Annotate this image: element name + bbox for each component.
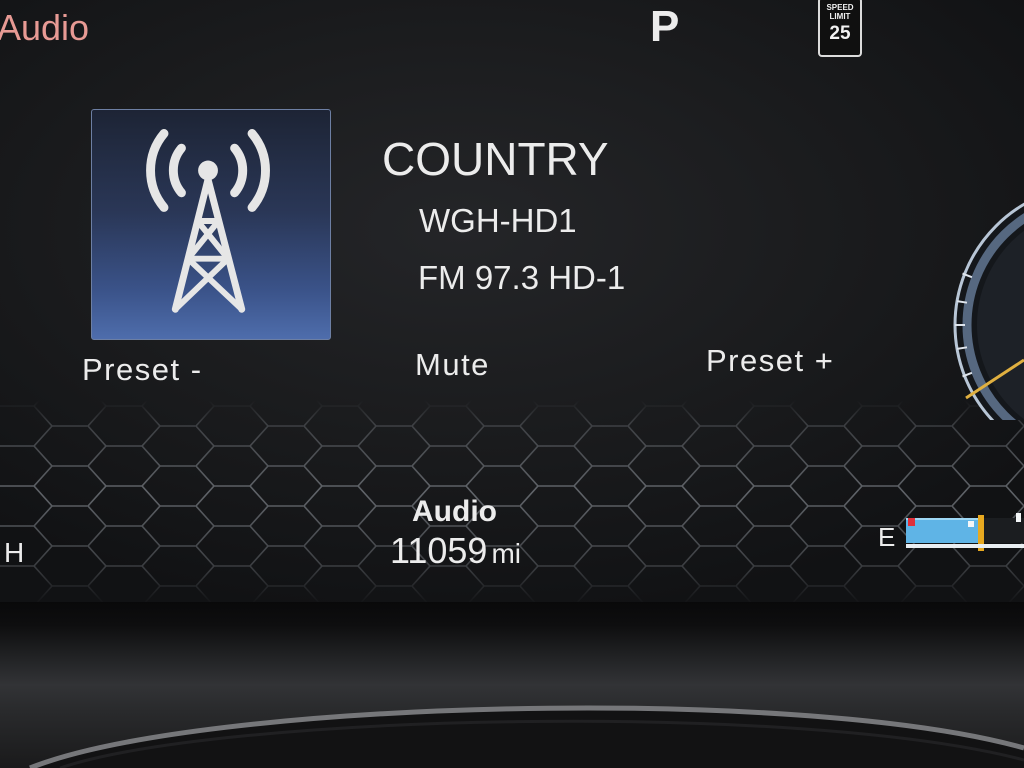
speed-limit-label-line1: SPEED: [826, 3, 854, 12]
mute-button[interactable]: Mute: [415, 349, 490, 380]
fuel-low-marker: [908, 518, 915, 526]
station-genre: COUNTRY: [382, 133, 609, 185]
dashboard-bezel: [0, 602, 1024, 768]
audio-source-label: Audio: [0, 7, 90, 48]
info-panel-value: 11059: [390, 530, 488, 571]
fuel-baseline: [906, 544, 1024, 548]
station-name: WGH-HD1: [419, 202, 577, 239]
fuel-pip: [968, 521, 974, 527]
speedometer-gauge-icon: [953, 202, 1024, 420]
fuel-level-bar: [906, 513, 1024, 553]
speed-limit-label-line2: LIMIT: [829, 12, 851, 21]
info-panel-unit: mi: [491, 538, 521, 569]
fuel-gauge-empty-label: E: [878, 522, 896, 552]
station-frequency: FM 97.3 HD-1: [418, 259, 626, 296]
temperature-gauge-hot-label: H: [4, 537, 25, 568]
radio-tower-icon: [146, 129, 270, 313]
speed-limit-sign: SPEED LIMIT 25: [818, 0, 862, 57]
info-panel-title: Audio: [412, 495, 497, 528]
steering-column-shroud: [29, 705, 1024, 768]
cluster-screen: Audio P SPEED LIMIT 25 COUNTRY WGH-HD1 F…: [0, 0, 1024, 604]
speed-limit-value: 25: [829, 23, 851, 44]
hexagon-background: [0, 400, 1024, 602]
station-art: [91, 109, 331, 340]
preset-minus-button[interactable]: Preset -: [82, 354, 203, 385]
preset-plus-button[interactable]: Preset +: [706, 345, 834, 376]
gear-indicator: P: [650, 2, 680, 51]
info-panel-reading: 11059 mi: [390, 533, 521, 569]
fuel-tick: [1016, 513, 1021, 522]
instrument-cluster: Audio P SPEED LIMIT 25 COUNTRY WGH-HD1 F…: [0, 0, 1024, 768]
